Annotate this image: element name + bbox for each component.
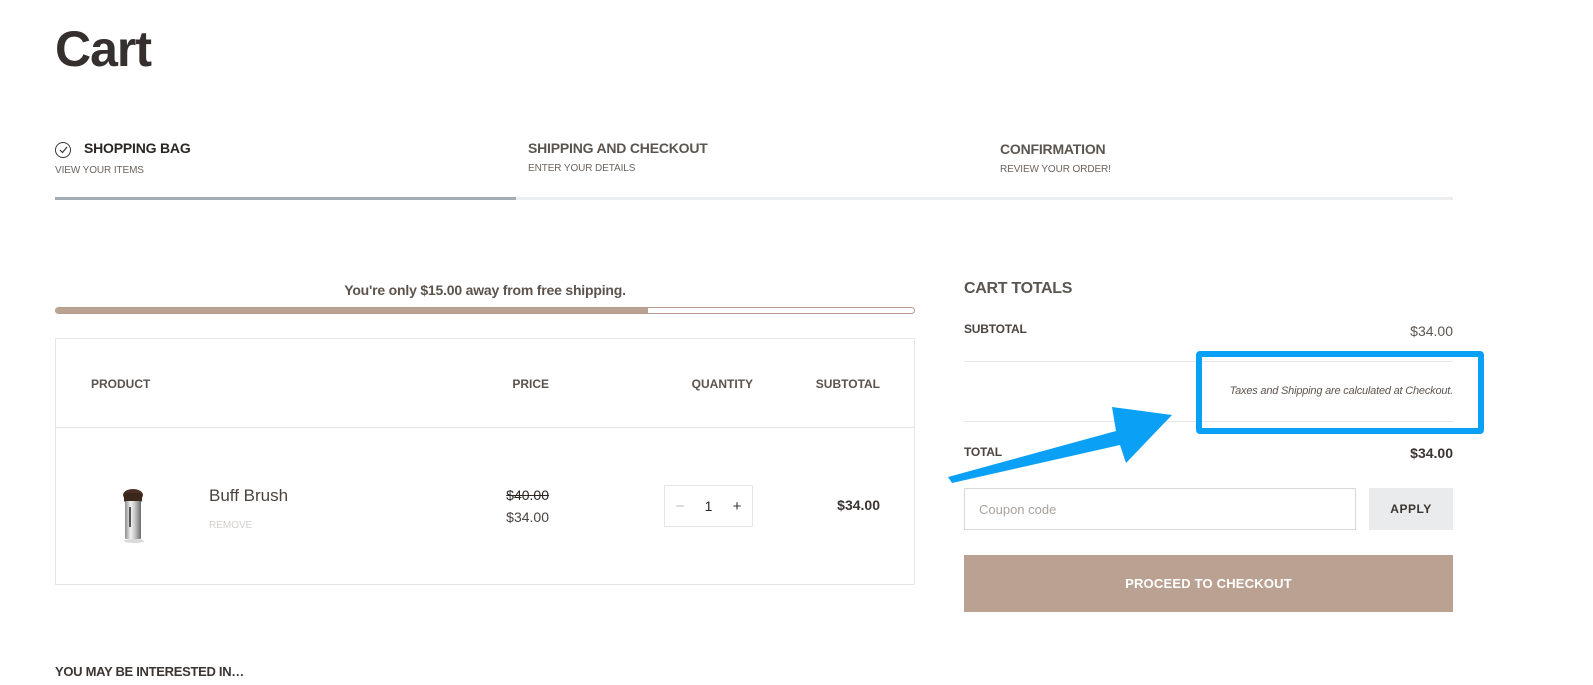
sale-price: $34.00 [506,509,549,525]
subtotal-label: SUBTOTAL [964,322,1027,336]
brush-thumbnail-icon[interactable] [118,487,148,545]
apply-coupon-button[interactable]: APPLY [1369,488,1453,530]
step-subtitle: REVIEW YOUR ORDER! [1000,164,1111,175]
step-shopping-bag[interactable]: SHOPPING BAG VIEW YOUR ITEMS [55,140,191,176]
proceed-to-checkout-button[interactable]: PROCEED TO CHECKOUT [964,555,1453,612]
cart-table: PRODUCT PRICE QUANTITY SUBTOTAL Buff Bru… [55,338,915,585]
page-title: Cart [55,21,152,77]
step-title: SHOPPING BAG [84,140,191,156]
free-shipping-progress-fill [56,308,649,313]
column-header-quantity: QUANTITY [691,377,753,391]
column-header-product: PRODUCT [91,377,151,391]
plus-icon[interactable]: + [722,498,752,515]
free-shipping-message: You're only $15.00 away from free shippi… [344,282,626,298]
check-circle-icon [55,142,71,158]
step-shipping-checkout[interactable]: SHIPPING AND CHECKOUT ENTER YOUR DETAILS [528,140,708,174]
steps-progress-fill [55,197,517,200]
cart-totals-title: CART TOTALS [964,280,1073,297]
step-confirmation[interactable]: CONFIRMATION REVIEW YOUR ORDER! [1000,141,1111,175]
step-subtitle: ENTER YOUR DETAILS [528,163,636,174]
annotation-highlight-box [1196,351,1484,434]
minus-icon[interactable]: − [665,498,695,515]
quantity-value[interactable]: 1 [695,498,722,514]
step-subtitle: VIEW YOUR ITEMS [55,165,144,176]
free-shipping-progress-bar [55,307,915,314]
step-title: SHIPPING AND CHECKOUT [528,140,708,156]
coupon-code-input[interactable] [964,488,1356,530]
original-price: $40.00 [506,487,549,503]
interested-heading: YOU MAY BE INTERESTED IN… [55,664,244,679]
column-header-subtotal: SUBTOTAL [815,377,880,391]
product-name[interactable]: Buff Brush [209,486,288,506]
subtotal-value: $34.00 [1410,323,1453,339]
remove-link[interactable]: REMOVE [209,520,252,531]
quantity-stepper: − 1 + [664,485,753,527]
steps-progress-track [55,197,1453,200]
row-subtotal: $34.00 [837,497,880,513]
step-title: CONFIRMATION [1000,141,1106,157]
checkout-steps: SHOPPING BAG VIEW YOUR ITEMS SHIPPING AN… [55,138,1453,201]
column-header-price: PRICE [512,377,549,391]
annotation-arrow-icon [948,407,1172,483]
table-divider [56,427,914,428]
total-value: $34.00 [1410,445,1453,461]
